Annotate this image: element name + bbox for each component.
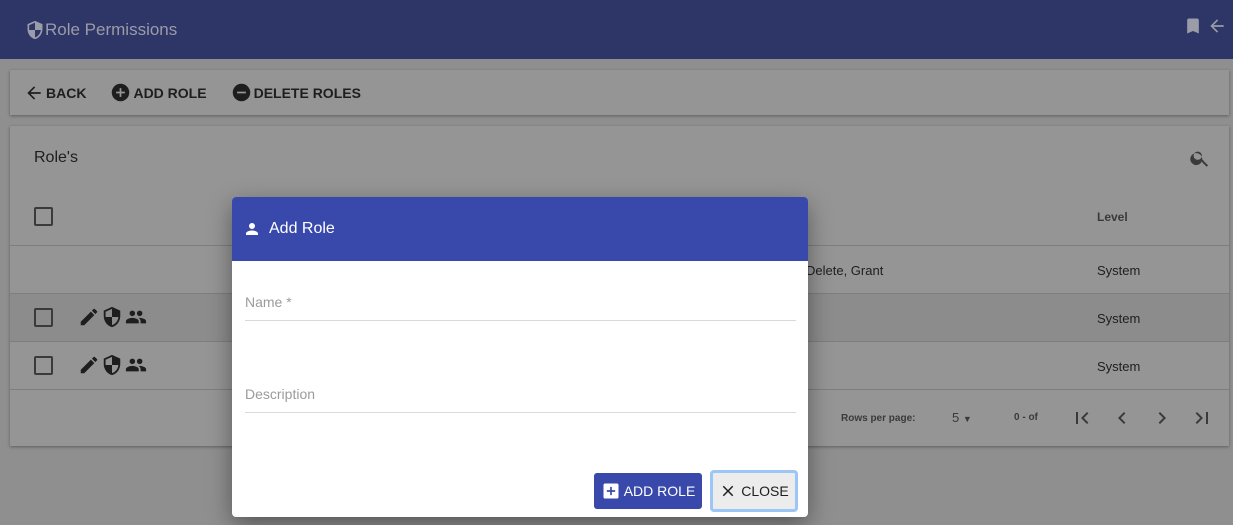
dropdown-arrow-icon: ▼ [962, 414, 972, 424]
next-page-icon[interactable] [1150, 406, 1174, 430]
row-checkbox[interactable] [34, 356, 53, 375]
select-all-checkbox[interactable] [34, 207, 53, 226]
add-role-label: ADD ROLE [133, 84, 207, 101]
close-button[interactable]: CLOSE [710, 470, 798, 512]
level-cell: System [1097, 359, 1141, 374]
first-page-icon[interactable] [1070, 406, 1094, 430]
add-role-dialog: Add Role Name * Description ADD ROLE CLO… [232, 197, 808, 517]
add-circle-icon [112, 83, 130, 102]
people-icon[interactable] [124, 354, 148, 376]
close-label: CLOSE [741, 483, 789, 499]
delete-roles-button[interactable]: DELETE ROLES [231, 82, 361, 103]
edit-icon[interactable] [78, 306, 100, 328]
add-box-icon [603, 483, 619, 499]
rows-per-page-value: 5 [952, 410, 960, 425]
remove-circle-icon [232, 83, 250, 102]
level-cell: System [1097, 311, 1141, 326]
edit-icon[interactable] [78, 354, 100, 376]
back-label: BACK [46, 84, 87, 101]
description-field[interactable]: Description [245, 386, 796, 413]
level-cell: System [1097, 263, 1141, 278]
add-role-label: ADD ROLE [623, 483, 696, 499]
dialog-title: Add Role [269, 220, 335, 237]
column-header-level: Level [1097, 210, 1128, 224]
rows-per-page-label: Rows per page: [841, 413, 916, 424]
rows-per-page-select[interactable]: 5 ▼ [952, 410, 972, 425]
permissions-cell: Delete, Grant [806, 263, 884, 278]
shield-icon [27, 20, 43, 39]
name-label: Name * [245, 294, 292, 310]
person-icon [246, 223, 258, 235]
name-field[interactable]: Name * [245, 294, 796, 321]
table-title: Role's [34, 149, 78, 166]
close-icon [723, 485, 734, 497]
last-page-icon[interactable] [1190, 406, 1214, 430]
app-bar: Role Permissions [0, 0, 1233, 59]
bookmark-icon[interactable] [1183, 16, 1203, 36]
shield-icon[interactable] [101, 306, 123, 328]
arrow-back-icon [27, 85, 41, 100]
dialog-header: Add Role [232, 197, 808, 261]
shield-icon[interactable] [101, 354, 123, 376]
toolbar: BACK ADD ROLE DELETE ROLES [10, 70, 1229, 115]
app-title: Role Permissions [45, 19, 178, 39]
dialog-add-role-button[interactable]: ADD ROLE [594, 473, 702, 509]
description-label: Description [245, 386, 316, 402]
arrow-back-icon[interactable] [1207, 16, 1227, 36]
add-role-button[interactable]: ADD ROLE [110, 82, 207, 103]
search-icon[interactable] [1189, 147, 1211, 169]
prev-page-icon[interactable] [1110, 406, 1134, 430]
delete-roles-label: DELETE ROLES [253, 84, 361, 101]
page-range: 0 - of [1014, 412, 1038, 423]
back-button[interactable]: BACK [24, 83, 86, 103]
row-checkbox[interactable] [34, 308, 53, 327]
people-icon[interactable] [124, 306, 148, 328]
